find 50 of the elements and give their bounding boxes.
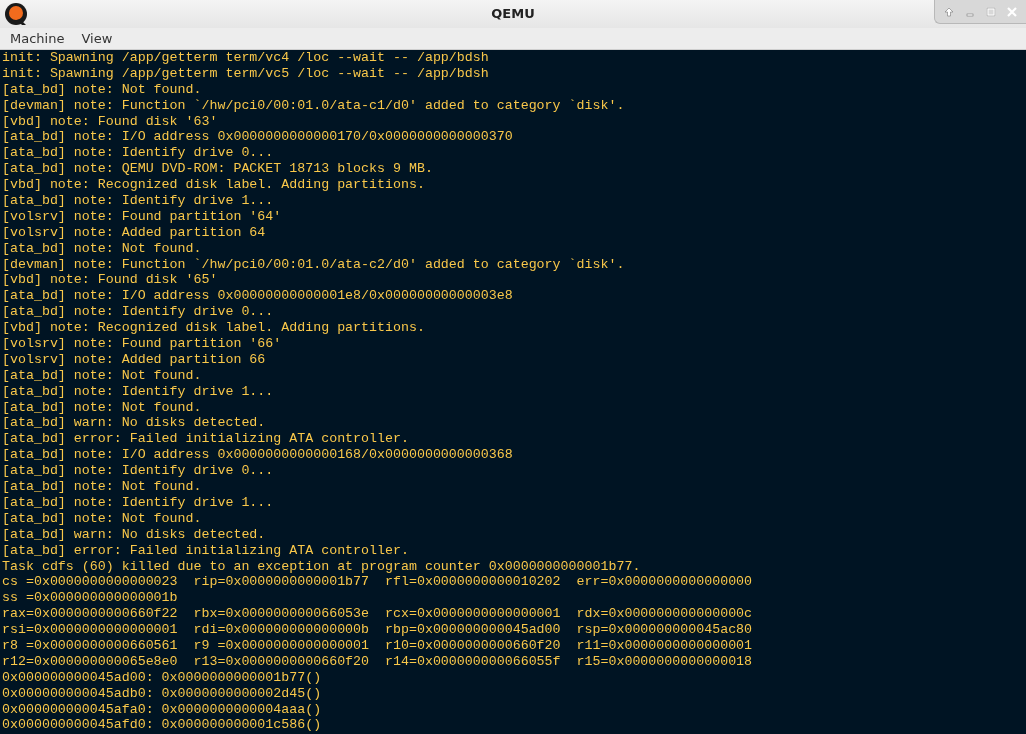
console-line: [vbd] note: Recognized disk label. Adding partitions. (2, 177, 426, 193)
console-line: rax=0x0000000000660f22 rbx=0x000000000066053e rcx=0x0000000000000001 rdx=0x000000000000000c (2, 606, 754, 623)
console-line: [volsrv] note: Added partition 64 (2, 224, 267, 241)
console-line: [ata_bd] note: Identify drive 0... (2, 145, 275, 162)
app-logo-icon (4, 2, 28, 26)
console-line: [ata_bd] note: I/O address 0x0000000000000168/0x0000000000000368 (2, 447, 514, 464)
console-line: [ata_bd] warn: No disks detected. (2, 415, 267, 432)
console-line: [devman] note: Function `/hw/pci0/00:01.0/ata-c1/d0' added to category `disk'. (2, 97, 626, 114)
console-line: 0x000000000045afa0: 0x0000000000004aaa() (2, 701, 323, 718)
console-line: [vbd] note: Found disk '65' (2, 272, 219, 289)
console-line: [ata_bd] note: Identify drive 0... (2, 463, 275, 480)
menu-item[interactable]: Machine (3, 28, 72, 49)
console-line: rsi=0x0000000000000001 rdi=0x000000000000000b rbp=0x000000000045ad00 rsp=0x000000000045ac80 (2, 622, 754, 638)
console-line: [ata_bd] note: I/O address 0x00000000000001e8/0x00000000000003e8 (2, 288, 514, 305)
console-line: [volsrv] note: Found partition '66' (2, 336, 283, 352)
console-line: [ata_bd] note: Not found. (2, 479, 203, 495)
console-line: r8 =0x0000000000660561 r9 =0x0000000000000001 r10=0x0000000000660f20 r11=0x0000000000000001 (2, 637, 754, 654)
console-line: [ata_bd] note: Not found. (2, 367, 203, 384)
console-line: cs =0x0000000000000023 rip=0x0000000000001b77 rfl=0x0000000000010202 err=0x0000000000000000 (2, 574, 754, 591)
console-line: [ata_bd] error: Failed initializing ATA controller. (2, 431, 410, 448)
console-line: [ata_bd] note: Identify drive 0... (2, 304, 275, 321)
console-line: [devman] note: Function `/hw/pci0/00:01.0/ata-c2/d0' added to category `disk'. (2, 256, 626, 273)
console-line: [ata_bd] error: Failed initializing ATA controller. (2, 542, 410, 559)
console-line: 0x000000000045adb0: 0x0000000000002d45() (2, 685, 323, 702)
console-line: [volsrv] note: Found partition '64' (2, 208, 283, 225)
console-line: 0x000000000045ad00: 0x0000000000001b77() (2, 669, 323, 686)
console-line: [volsrv] note: Added partition 66 (2, 351, 267, 368)
console-line: [ata_bd] note: I/O address 0x0000000000000170/0x0000000000000370 (2, 129, 514, 146)
console-line: [ata_bd] warn: No disks detected. (2, 526, 267, 543)
window-title: QEMU (491, 5, 535, 24)
console-line: init: Spawning /app/getterm term/vc5 /loc --wait -- /app/bdsh (2, 65, 490, 82)
console-line: [vbd] note: Found disk '63' (2, 113, 219, 130)
maximize-icon[interactable] (985, 6, 996, 17)
arrow-up-icon[interactable] (944, 6, 955, 17)
console-line: r12=0x000000000065e8e0 r13=0x0000000000660f20 r14=0x000000000066055f r15=0x0000000000000018 (2, 653, 754, 670)
console-line: [ata_bd] note: QEMU DVD-ROM: PACKET 18713 blocks 9 MB. (2, 161, 434, 178)
console-line: [ata_bd] note: Identify drive 1... (2, 383, 275, 400)
console-line: ss =0x000000000000001b (2, 590, 179, 607)
console-line: [ata_bd] note: Not found. (2, 510, 203, 527)
console-line: [ata_bd] note: Not found. (2, 81, 203, 98)
console-line: [ata_bd] note: Identify drive 1... (2, 494, 275, 511)
menu-item[interactable]: View (74, 28, 120, 49)
console-line: [ata_bd] note: Identify drive 1... (2, 193, 275, 209)
console-line: [ata_bd] note: Not found. (2, 240, 203, 257)
close-icon[interactable] (1006, 6, 1017, 17)
console-line: init: Spawning /app/getterm term/vc4 /loc --wait -- /app/bdsh (2, 50, 490, 66)
console-line: 0x000000000045afd0: 0x000000000001c586() (2, 717, 323, 734)
console-line: [vbd] note: Recognized disk label. Adding partitions. (2, 320, 426, 337)
console-line: Task cdfs (60) killed due to an exception at program counter 0x0000000000001b77. (2, 558, 642, 575)
console-line: [ata_bd] note: Not found. (2, 399, 203, 416)
